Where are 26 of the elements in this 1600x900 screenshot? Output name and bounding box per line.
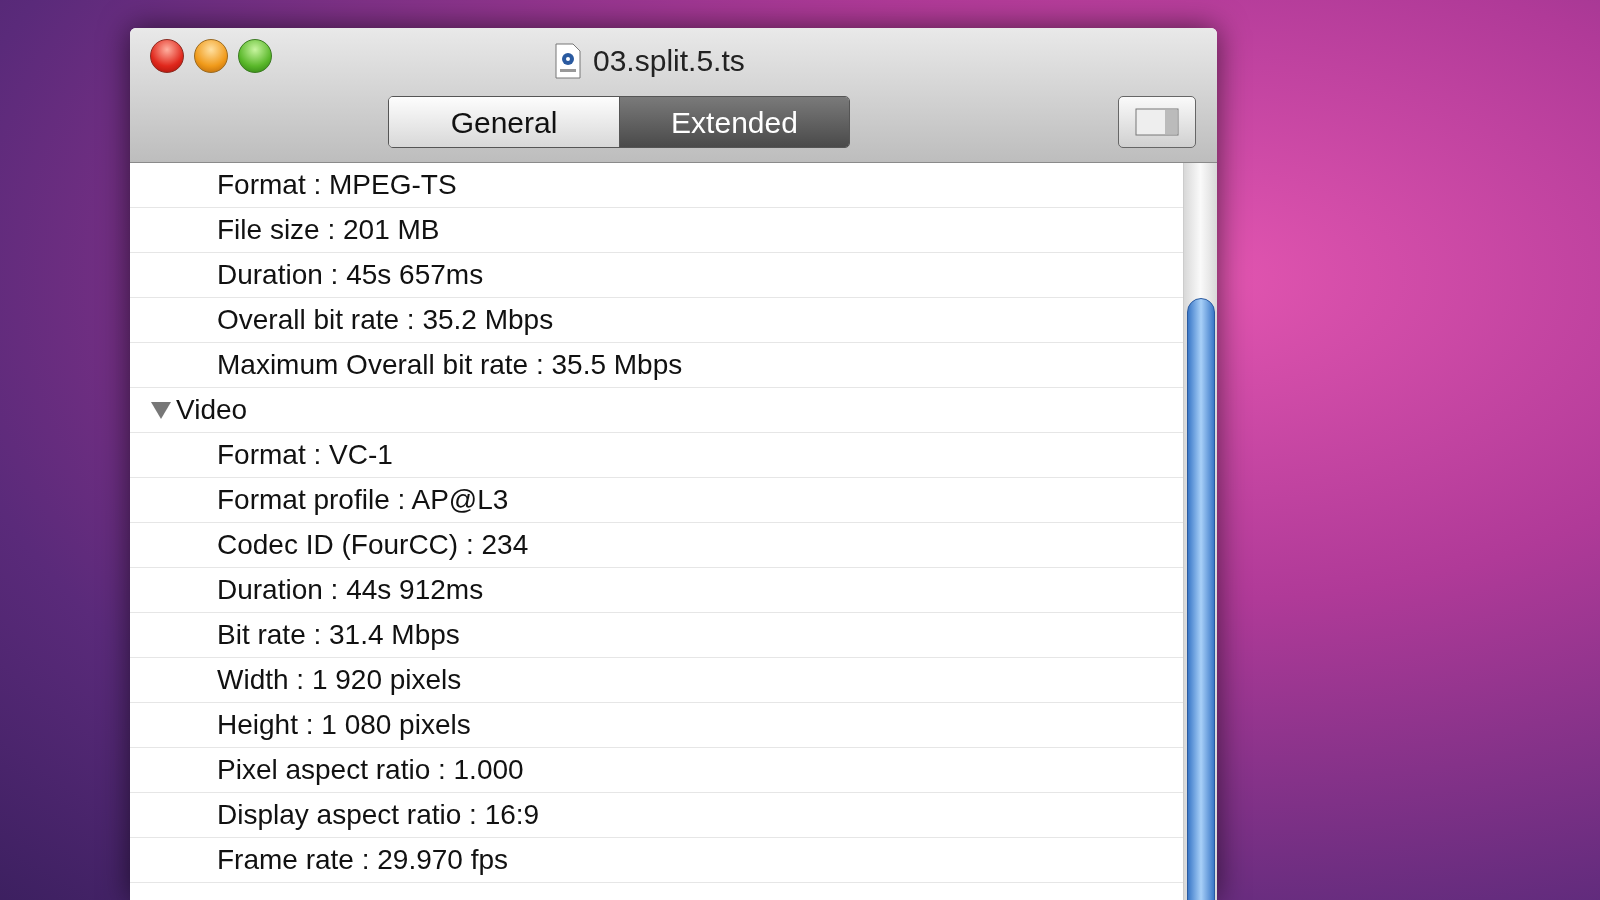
minimize-button[interactable] bbox=[194, 39, 228, 73]
property-text: Codec ID (FourCC) : 234 bbox=[217, 528, 529, 562]
property-text: Display aspect ratio : 16:9 bbox=[217, 798, 540, 832]
section-label: Video bbox=[176, 393, 248, 427]
property-text: Format : VC-1 bbox=[217, 438, 393, 472]
tab[interactable]: General bbox=[389, 97, 619, 147]
property-text: Duration : 44s 912ms bbox=[217, 573, 484, 607]
property-text: Pixel aspect ratio : 1.000 bbox=[217, 753, 524, 787]
zoom-button[interactable] bbox=[238, 39, 272, 73]
close-button[interactable] bbox=[150, 39, 184, 73]
property-text: Format profile : AP@L3 bbox=[217, 483, 509, 517]
property-text: Maximum Overall bit rate : 35.5 Mbps bbox=[217, 348, 683, 382]
panel-icon bbox=[1135, 108, 1179, 136]
disclosure-triangle-down-icon[interactable] bbox=[150, 400, 172, 420]
document-icon bbox=[555, 42, 581, 79]
tab[interactable]: Extended bbox=[619, 97, 849, 147]
property-text: File size : 201 MB bbox=[217, 213, 440, 247]
property-text: Bit rate : 31.4 Mbps bbox=[217, 618, 460, 652]
property-text: Width : 1 920 pixels bbox=[217, 663, 462, 697]
property-text: Overall bit rate : 35.2 Mbps bbox=[217, 303, 554, 337]
property-text: Format : MPEG-TS bbox=[217, 168, 457, 202]
property-text: Frame rate : 29.970 fps bbox=[217, 843, 509, 877]
sidebar-toggle-button[interactable] bbox=[1118, 96, 1196, 148]
property-text: Height : 1 080 pixels bbox=[217, 708, 471, 742]
property-text: Duration : 45s 657ms bbox=[217, 258, 484, 292]
window-title: 03.split.5.ts bbox=[593, 43, 745, 79]
